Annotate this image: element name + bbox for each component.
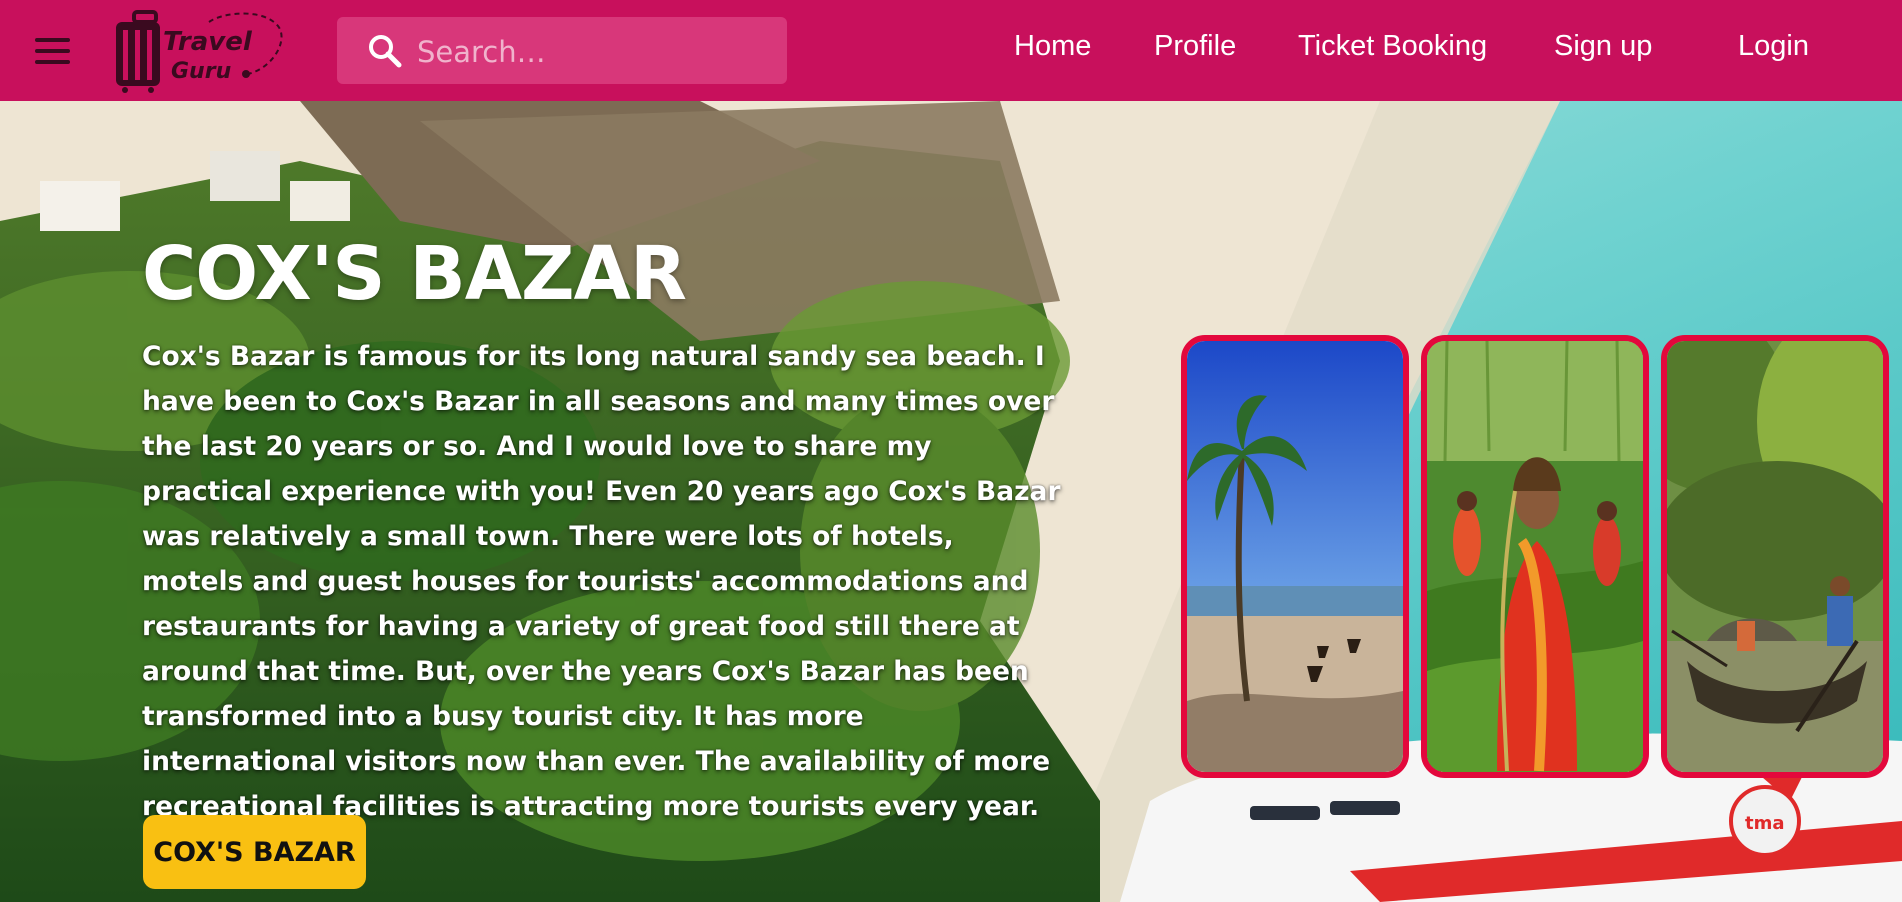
- mangrove-boat-photo: [1667, 341, 1883, 772]
- destination-card-tea-garden[interactable]: [1421, 335, 1649, 778]
- destination-card-beach[interactable]: [1181, 335, 1409, 778]
- nav-links: Home Profile Ticket Booking Sign up Logi…: [0, 0, 1902, 101]
- beach-palm-photo: [1187, 341, 1403, 772]
- nav-link-login[interactable]: Login: [1738, 30, 1809, 63]
- hero-section: tma COX'S BAZAR Cox's Bazar is famous fo…: [0, 101, 1902, 902]
- top-navbar: Travel Guru Home Profile Ticket Booking …: [0, 0, 1902, 101]
- destination-title: COX'S BAZAR: [142, 231, 687, 317]
- destination-card-mangrove[interactable]: [1661, 335, 1889, 778]
- svg-text:tma: tma: [1745, 813, 1785, 834]
- destination-button[interactable]: COX'S BAZAR: [143, 815, 366, 889]
- destination-description: Cox's Bazar is famous for its long natur…: [142, 341, 1061, 822]
- nav-link-home[interactable]: Home: [1014, 30, 1091, 63]
- nav-link-ticket-booking[interactable]: Ticket Booking: [1298, 30, 1487, 63]
- nav-link-profile[interactable]: Profile: [1154, 30, 1236, 63]
- nav-link-sign-up[interactable]: Sign up: [1554, 30, 1652, 63]
- tea-garden-photo: [1427, 341, 1643, 772]
